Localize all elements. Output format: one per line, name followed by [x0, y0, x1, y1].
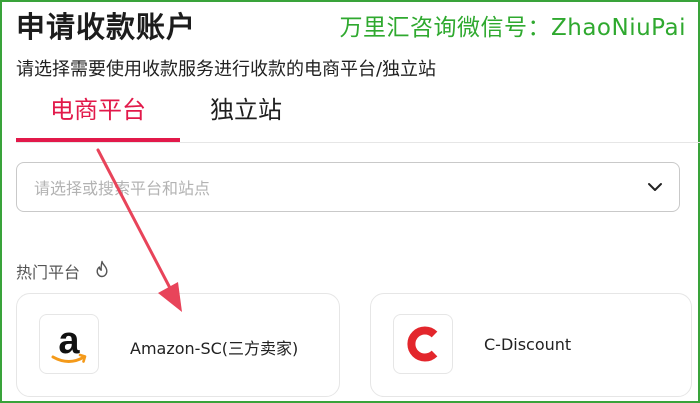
hot-platforms-label: 热门平台	[16, 263, 81, 282]
platform-name: Amazon-SC(三方卖家)	[130, 339, 299, 358]
platform-search-select[interactable]	[16, 162, 680, 212]
page-subtitle: 请选择需要使用收款服务进行收款的电商平台/独立站	[16, 59, 437, 80]
tab-independent-site[interactable]: 独立站	[210, 92, 282, 140]
page-title: 申请收款账户	[16, 10, 197, 44]
platform-name: C-Discount	[484, 335, 572, 354]
tabs-divider	[16, 142, 700, 143]
cdiscount-logo-icon	[407, 326, 438, 362]
platform-tabs: 电商平台 独立站	[16, 92, 316, 142]
svg-text:a: a	[58, 320, 80, 362]
watermark-text: 万里汇咨询微信号：ZhaoNiuPai	[339, 15, 686, 41]
platform-card-cdiscount[interactable]: C-Discount	[370, 293, 692, 397]
chevron-down-icon[interactable]	[645, 177, 665, 197]
amazon-logo: a	[39, 314, 99, 374]
tab-ecommerce-platform[interactable]: 电商平台	[16, 92, 180, 140]
amazon-logo-icon: a	[51, 320, 87, 363]
fire-icon	[96, 260, 108, 278]
platform-search-input[interactable]	[32, 175, 616, 201]
cdiscount-logo	[393, 314, 453, 374]
platform-card-amazon[interactable]: a Amazon-SC(三方卖家)	[16, 293, 340, 397]
